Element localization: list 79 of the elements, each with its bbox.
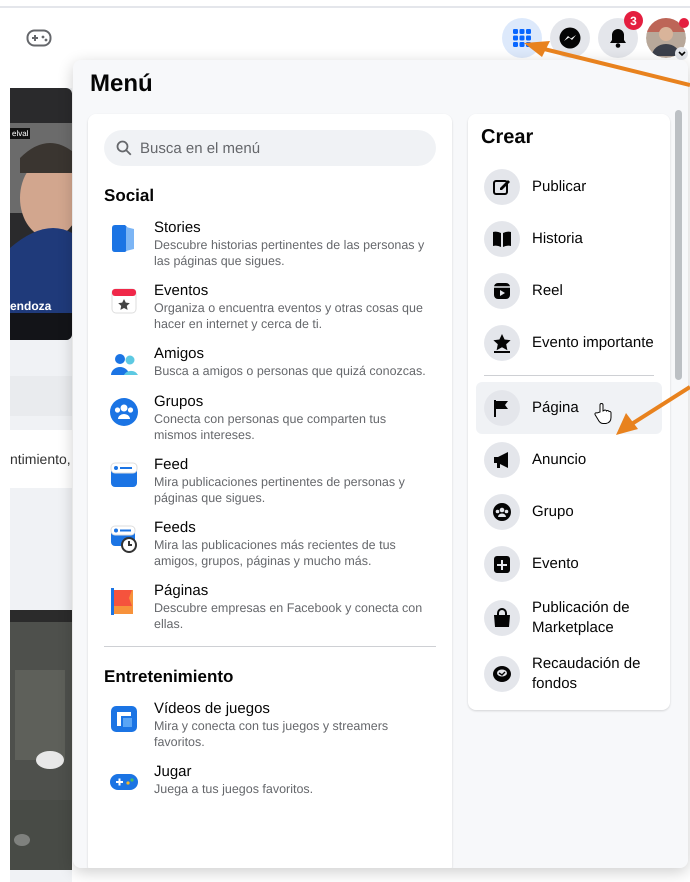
create-label: Publicación de Marketplace bbox=[532, 598, 631, 638]
section-title: Social bbox=[104, 186, 156, 206]
search-field[interactable]: Busca en el menú bbox=[104, 130, 436, 166]
item-description: Busca a amigos o personas que quizá conozcas. bbox=[154, 363, 426, 379]
menu-button[interactable] bbox=[502, 18, 542, 58]
item-description: Descubre empresas en Facebook y conecta con ellas. bbox=[154, 600, 424, 632]
create-label: Página bbox=[532, 398, 579, 418]
menu-item[interactable]: Amigos Busca a amigos o personas que quizá conozcas. bbox=[104, 344, 436, 380]
story-tag: elval bbox=[10, 128, 30, 139]
item-description: Descubre historias pertinentes de las personas y las páginas que sigues. bbox=[154, 237, 426, 269]
create-label: Grupo bbox=[532, 502, 574, 522]
hand-pointer-icon bbox=[594, 402, 612, 424]
create-item[interactable]: Recaudación de fondos bbox=[476, 646, 662, 702]
section-title: Entretenimiento bbox=[104, 667, 234, 687]
item-title: Grupos bbox=[154, 392, 204, 411]
item-title: Stories bbox=[154, 218, 202, 237]
create-label: Publicar bbox=[532, 177, 586, 197]
create-item[interactable]: Publicar bbox=[476, 161, 662, 213]
create-label: Evento importante bbox=[532, 333, 654, 353]
menu-title: Menú bbox=[90, 70, 154, 98]
book-icon bbox=[492, 229, 512, 249]
notification-dot bbox=[679, 18, 689, 28]
item-description: Juega a tus juegos favoritos. bbox=[154, 781, 314, 797]
item-description: Conecta con personas que comparten tus mismos intereses. bbox=[154, 411, 388, 443]
shopping-bag-icon bbox=[492, 608, 512, 628]
group-icon bbox=[492, 502, 512, 522]
bell-button[interactable] bbox=[598, 18, 638, 58]
item-description: Mira publicaciones pertinentes de personas y páginas que sigues. bbox=[154, 474, 406, 506]
menu-item[interactable]: Páginas Descubre empresas en Facebook y conecta con ellas. bbox=[104, 581, 436, 632]
item-title: Páginas bbox=[154, 581, 210, 600]
story-name: endoza bbox=[10, 299, 52, 313]
item-title: Jugar bbox=[154, 762, 193, 781]
chevron-down-icon[interactable] bbox=[675, 47, 688, 60]
clapper-icon bbox=[492, 281, 512, 301]
grid-icon bbox=[513, 29, 531, 47]
messenger-button[interactable] bbox=[550, 18, 590, 58]
bell-icon bbox=[609, 28, 627, 48]
avatar[interactable] bbox=[646, 18, 686, 58]
create-item[interactable]: Anuncio bbox=[476, 434, 662, 486]
post-text: ntimiento, bbox=[10, 451, 71, 467]
scrollbar[interactable] bbox=[675, 110, 682, 380]
create-label: Recaudación de fondos bbox=[532, 654, 642, 694]
coin-icon bbox=[492, 664, 512, 684]
create-item[interactable]: Evento bbox=[476, 538, 662, 590]
create-item[interactable]: Página bbox=[476, 382, 662, 434]
create-title: Crear bbox=[481, 126, 534, 149]
item-title: Feed bbox=[154, 455, 190, 474]
item-title: Feeds bbox=[154, 518, 197, 537]
create-item[interactable]: Evento importante bbox=[476, 317, 662, 369]
star-icon bbox=[492, 333, 512, 353]
item-description: Mira y conecta con tus juegos y streamers favoritos. bbox=[154, 718, 390, 750]
menu-item[interactable]: Eventos Organiza o encuentra eventos y otras cosas que hacer en internet y cerca de ti. bbox=[104, 281, 436, 332]
create-label: Anuncio bbox=[532, 450, 586, 470]
menu-item[interactable]: Vídeos de juegos Mira y conecta con tus juegos y streamers favoritos. bbox=[104, 699, 436, 750]
create-item[interactable]: Reel bbox=[476, 265, 662, 317]
item-title: Eventos bbox=[154, 281, 210, 300]
item-title: Vídeos de juegos bbox=[154, 699, 271, 718]
notification-badge: 3 bbox=[624, 11, 643, 30]
groups-icon bbox=[108, 396, 140, 428]
messenger-icon bbox=[559, 27, 581, 49]
create-item[interactable]: Publicación de Marketplace bbox=[476, 590, 662, 646]
create-item[interactable]: Historia bbox=[476, 213, 662, 265]
create-item[interactable]: Grupo bbox=[476, 486, 662, 538]
item-description: Mira las publicaciones más recientes de tus amigos, grupos, páginas y mucho más. bbox=[154, 537, 397, 569]
search-icon bbox=[116, 140, 132, 156]
menu-item[interactable]: Jugar Juega a tus juegos favoritos. bbox=[104, 762, 436, 798]
gamevideo-icon bbox=[108, 703, 140, 735]
menu-item[interactable]: Grupos Conecta con personas que comparten tus mismos intereses. bbox=[104, 392, 436, 443]
item-title: Amigos bbox=[154, 344, 206, 363]
create-label: Reel bbox=[532, 281, 563, 301]
item-description: Organiza o encuentra eventos y otras cosas que hacer en internet y cerca de ti. bbox=[154, 300, 424, 332]
menu-item[interactable]: Feed Mira publicaciones pertinentes de personas y páginas que sigues. bbox=[104, 455, 436, 506]
menu-item[interactable]: Stories Descubre historias pertinentes de las personas y las páginas que sigues. bbox=[104, 218, 436, 269]
edit-icon bbox=[492, 177, 512, 197]
create-label: Evento bbox=[532, 554, 579, 574]
menu-item[interactable]: Feeds Mira las publicaciones más recientes de tus amigos, grupos, páginas y mucho más. bbox=[104, 518, 436, 569]
calendar-plus-icon bbox=[492, 554, 512, 574]
gamepad-icon[interactable] bbox=[26, 29, 52, 47]
create-label: Historia bbox=[532, 229, 583, 249]
